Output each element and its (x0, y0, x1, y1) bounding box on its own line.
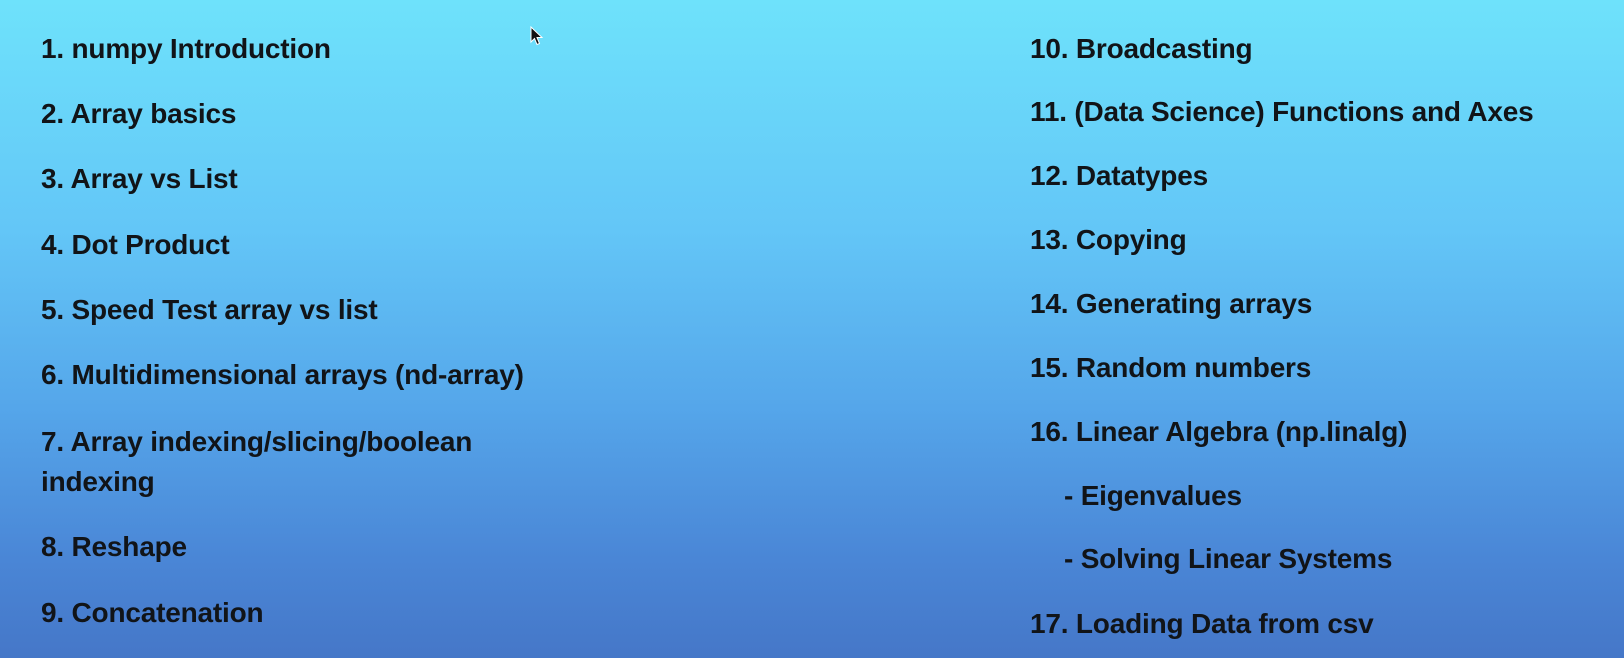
topic-4: 4. Dot Product (41, 229, 230, 260)
topic-16: 16. Linear Algebra (np.linalg) (1030, 416, 1408, 447)
mouse-pointer-icon (530, 26, 544, 46)
topic-14: 14. Generating arrays (1030, 288, 1313, 319)
topic-11: 11. (Data Science) Functions and Axes (1030, 96, 1534, 127)
topic-7: 7. Array indexing/slicing/boolean indexi… (41, 426, 473, 497)
topic-6: 6. Multidimensional arrays (nd-array) (41, 359, 524, 390)
topic-9: 9. Concatenation (41, 597, 264, 628)
subtopic-eigenvalues: - Eigenvalues (1064, 480, 1242, 511)
topic-17: 17. Loading Data from csv (1030, 608, 1374, 639)
topic-13: 13. Copying (1030, 224, 1187, 255)
subtopic-solving-linear-systems: - Solving Linear Systems (1064, 543, 1393, 574)
topic-10: 10. Broadcasting (1030, 33, 1253, 64)
topic-3: 3. Array vs List (41, 163, 238, 194)
topic-8: 8. Reshape (41, 531, 187, 562)
topic-12: 12. Datatypes (1030, 160, 1208, 191)
topic-15: 15. Random numbers (1030, 352, 1312, 383)
topic-5: 5. Speed Test array vs list (41, 294, 378, 325)
topic-2: 2. Array basics (41, 98, 237, 129)
topic-1: 1. numpy Introduction (41, 33, 331, 64)
